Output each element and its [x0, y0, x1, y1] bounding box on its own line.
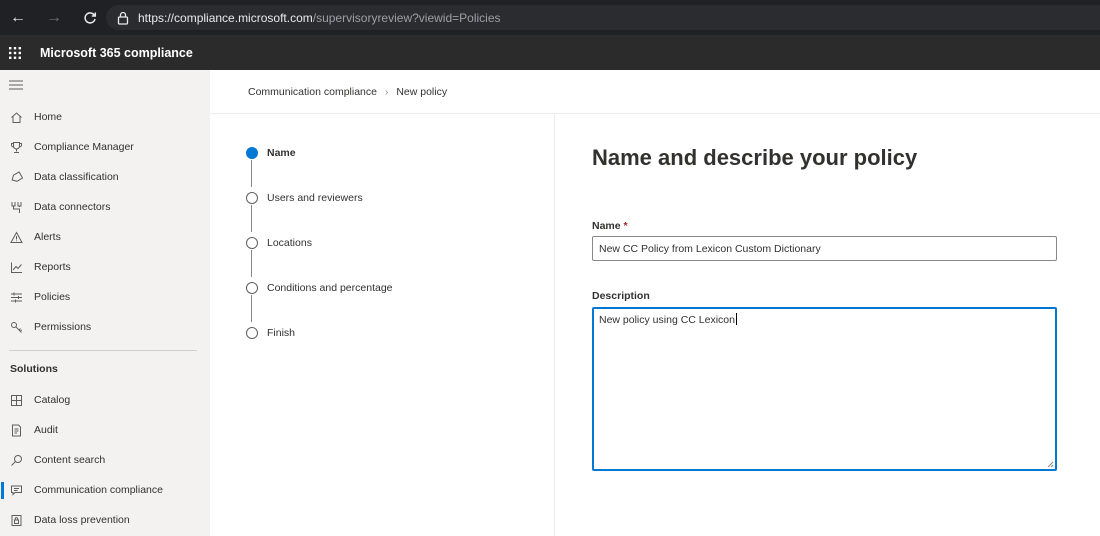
step-indicator	[246, 327, 258, 339]
tag-icon	[9, 170, 23, 184]
description-field-label: Description	[592, 290, 650, 302]
step-connector	[251, 205, 252, 232]
nav-label: Data connectors	[34, 201, 111, 213]
home-icon	[9, 110, 23, 124]
app-header: Microsoft 365 compliance	[0, 35, 1100, 70]
chevron-right-icon: ›	[384, 86, 389, 98]
step-label: Users and reviewers	[267, 192, 363, 204]
dlp-icon	[9, 513, 23, 527]
search-icon	[9, 453, 23, 467]
step-label: Locations	[267, 237, 312, 249]
nav-label: Policies	[34, 291, 71, 303]
panel-divider	[554, 114, 555, 536]
main-content: Communication compliance › New policy Na…	[210, 70, 1100, 536]
left-nav: Home Compliance Manager Data classificat…	[0, 70, 210, 536]
step-conditions-and-percentage[interactable]: Conditions and percentage	[246, 282, 393, 294]
required-marker: *	[623, 220, 628, 232]
nav-label: Compliance Manager	[34, 141, 134, 153]
lock-icon[interactable]	[116, 11, 130, 25]
reports-icon	[9, 260, 23, 274]
nav-label: Permissions	[34, 321, 92, 333]
nav-label: Data classification	[34, 171, 119, 183]
app-title[interactable]: Microsoft 365 compliance	[40, 46, 193, 60]
name-field-label: Name *	[592, 220, 628, 232]
header-divider	[210, 113, 1100, 114]
nav-label: Communication compliance	[34, 484, 163, 496]
step-label: Conditions and percentage	[267, 282, 393, 294]
permissions-icon	[9, 320, 23, 334]
reload-icon[interactable]	[78, 6, 102, 30]
breadcrumb: Communication compliance › New policy	[248, 86, 447, 98]
nav-item-audit[interactable]: Audit	[0, 416, 210, 444]
description-text: New policy using CC Lexicon	[599, 314, 735, 326]
step-connector	[251, 250, 252, 277]
nav-item-content-search[interactable]: Content search	[0, 446, 210, 474]
catalog-icon	[9, 393, 23, 407]
url-path: /supervisoryreview?viewid=Policies	[312, 10, 501, 25]
breadcrumb-parent[interactable]: Communication compliance	[248, 86, 377, 98]
step-label: Name	[267, 147, 296, 159]
step-indicator	[246, 192, 258, 204]
step-users-and-reviewers[interactable]: Users and reviewers	[246, 192, 363, 204]
nav-label: Content search	[34, 454, 106, 466]
audit-icon	[9, 423, 23, 437]
step-label: Finish	[267, 327, 296, 339]
nav-label: Reports	[34, 261, 71, 273]
step-finish[interactable]: Finish	[246, 327, 295, 339]
address-bar[interactable]: https://compliance.microsoft.com/supervi…	[106, 5, 1100, 30]
step-connector	[251, 295, 252, 322]
step-current-indicator	[246, 147, 258, 159]
alert-icon	[9, 230, 23, 244]
nav-item-data-connectors[interactable]: Data connectors	[0, 193, 210, 221]
nav-item-data-loss-prevention[interactable]: Data loss prevention	[0, 506, 210, 534]
nav-item-catalog[interactable]: Catalog	[0, 386, 210, 414]
nav-item-permissions[interactable]: Permissions	[0, 313, 210, 341]
nav-label: Alerts	[34, 231, 61, 243]
app-launcher-icon[interactable]	[0, 35, 30, 70]
page-title: Name and describe your policy	[592, 145, 918, 170]
step-locations[interactable]: Locations	[246, 237, 312, 249]
policies-icon	[9, 290, 23, 304]
browser-toolbar: ← → https://compliance.microsoft.com/sup…	[0, 0, 1100, 35]
forward-icon[interactable]: →	[42, 6, 66, 30]
step-connector	[251, 160, 252, 187]
nav-label: Audit	[34, 424, 58, 436]
nav-item-data-classification[interactable]: Data classification	[0, 163, 210, 191]
breadcrumb-current: New policy	[396, 86, 448, 98]
url-scheme: https://	[138, 10, 175, 25]
text-caret	[735, 313, 737, 325]
url-text[interactable]: https://compliance.microsoft.com/supervi…	[138, 11, 501, 25]
policy-description-textarea[interactable]: New policy using CC Lexicon	[592, 307, 1057, 471]
nav-item-alerts[interactable]: Alerts	[0, 223, 210, 251]
nav-label: Data loss prevention	[34, 514, 130, 526]
connector-icon	[9, 200, 23, 214]
step-indicator	[246, 282, 258, 294]
nav-item-reports[interactable]: Reports	[0, 253, 210, 281]
url-host: compliance.microsoft.com	[174, 10, 313, 25]
name-label-text: Name	[592, 220, 621, 232]
trophy-icon	[9, 140, 23, 154]
policy-name-input[interactable]: New CC Policy from Lexicon Custom Dictio…	[592, 236, 1057, 261]
nav-item-home[interactable]: Home	[0, 103, 210, 131]
resize-handle-icon[interactable]	[1046, 460, 1054, 468]
communication-icon	[9, 483, 23, 497]
nav-label: Catalog	[34, 394, 71, 406]
back-icon[interactable]: ←	[6, 6, 30, 30]
nav-item-policies[interactable]: Policies	[0, 283, 210, 311]
step-name[interactable]: Name	[246, 147, 296, 159]
nav-item-communication-compliance[interactable]: Communication compliance	[0, 476, 210, 504]
hamburger-icon[interactable]	[9, 80, 23, 90]
nav-divider	[9, 350, 197, 351]
solutions-header: Solutions	[10, 363, 58, 375]
nav-item-compliance-manager[interactable]: Compliance Manager	[0, 133, 210, 161]
nav-label: Home	[34, 111, 63, 123]
step-indicator	[246, 237, 258, 249]
